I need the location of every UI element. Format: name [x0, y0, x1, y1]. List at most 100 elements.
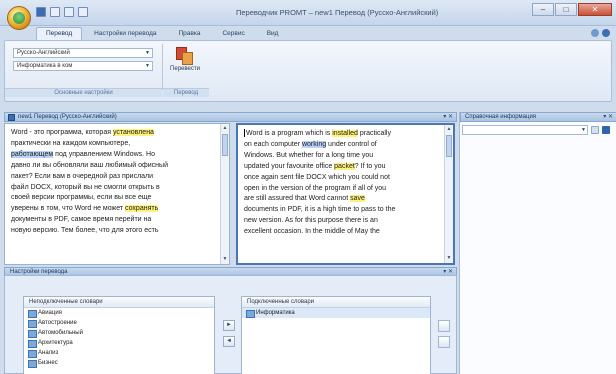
text-line[interactable]: open in the version of the program if al…	[244, 184, 440, 195]
pane-close-icon[interactable]: ▾ ✕	[603, 113, 613, 121]
highlighted-word: packet	[334, 162, 355, 170]
tab-translation-settings[interactable]: Настройки перевода	[84, 27, 166, 40]
text-segment: документы в PDF, самое время перейти на	[11, 216, 152, 224]
list-item[interactable]: Архитектура	[24, 338, 214, 348]
close-button[interactable]: ✕	[578, 3, 612, 16]
text-line[interactable]: Windows. But whether for a long time you	[244, 151, 440, 162]
promt-logo-icon	[13, 12, 25, 24]
available-dictionaries-header: Неподключенные словари	[24, 297, 214, 308]
text-segment: новую версию. Тем более, что для этого е…	[11, 227, 159, 235]
undo-icon[interactable]	[50, 7, 60, 17]
highlighted-word: установлена	[112, 129, 154, 136]
list-item[interactable]: Анализ	[24, 348, 214, 358]
scroll-thumb[interactable]	[446, 135, 452, 157]
direction-select-value: Русско-Английский	[17, 50, 70, 56]
text-line[interactable]: documents in PDF, it is a high time to p…	[244, 205, 440, 216]
source-text-editor[interactable]: Word - это программа, которая установлен…	[4, 123, 230, 265]
text-line[interactable]: Word - это программа, которая установлен…	[11, 128, 216, 139]
filter-icon[interactable]	[602, 126, 610, 134]
ribbon: Русско-Английский ▼ Информатика в ком ▼ …	[4, 40, 612, 102]
text-segment: excellent occasion. In the middle of May…	[244, 228, 380, 236]
minimize-button[interactable]: –	[532, 3, 554, 16]
move-up-button[interactable]	[438, 320, 450, 332]
text-line[interactable]: документы в PDF, самое время перейти на	[11, 215, 216, 226]
title-bar: Переводчик PROMT – new1 Перевод (Русско-…	[0, 0, 616, 26]
text-line[interactable]: пакет? Если вам в очередной раз прислали	[11, 172, 216, 183]
text-line[interactable]: своей версии программы, если вы все еще	[11, 193, 216, 204]
subject-select[interactable]: Информатика в ком ▼	[13, 61, 153, 71]
scroll-up-icon[interactable]: ▲	[222, 125, 228, 132]
add-dictionary-button[interactable]: ►	[223, 320, 235, 331]
target-text[interactable]: Word is a program which is installed pra…	[244, 129, 440, 238]
text-segment: под управлением Windows. Но	[53, 150, 155, 158]
reference-pane-title: Справочная информация	[465, 114, 537, 120]
move-down-button[interactable]	[438, 336, 450, 348]
maximize-button[interactable]: □	[555, 3, 577, 16]
window-title: Переводчик PROMT – new1 Перевод (Русско-…	[236, 8, 439, 17]
translate-button[interactable]: Перевести	[165, 45, 205, 85]
text-line[interactable]: once again sent file DOCX which you coul…	[244, 173, 440, 184]
document-icon	[8, 114, 15, 121]
list-item[interactable]: Бизнес	[24, 358, 214, 368]
highlighted-word: работающем	[11, 150, 54, 158]
search-icon[interactable]	[591, 126, 599, 134]
text-segment: уверены в том, что Word не может	[11, 205, 126, 213]
tab-view[interactable]: Вид	[257, 27, 289, 40]
text-segment: ? If to you	[354, 162, 386, 170]
text-line[interactable]: Word is a program which is installed pra…	[244, 129, 440, 140]
text-segment: are still assured that Word cannot	[244, 195, 351, 203]
target-text-editor[interactable]: Word is a program which is installed pra…	[236, 123, 455, 265]
pane-close-icon[interactable]: ▾ ✕	[443, 113, 453, 121]
chevron-down-icon: ▼	[145, 63, 150, 69]
text-segment: практически на каждом компьютере,	[11, 139, 131, 147]
text-line[interactable]: практически на каждом компьютере,	[11, 139, 216, 150]
reference-pane-header: Справочная информация ▾ ✕	[460, 112, 616, 122]
text-segment: файл DOCX, который вы не смогли открыть …	[11, 183, 160, 191]
text-line[interactable]: updated your favourite office packet? If…	[244, 162, 440, 173]
direction-select[interactable]: Русско-Английский ▼	[13, 48, 153, 58]
remove-dictionary-button[interactable]: ◄	[223, 336, 235, 347]
list-item[interactable]: Авиация	[24, 308, 214, 318]
text-line[interactable]: excellent occasion. In the middle of May…	[244, 227, 440, 238]
chevron-down-icon: ▼	[581, 127, 586, 133]
list-item[interactable]: Информатика	[242, 308, 430, 318]
ribbon-minimize-icon[interactable]	[591, 29, 599, 37]
text-line[interactable]: работающем под управлением Windows. Но	[11, 150, 216, 161]
available-dictionaries-list[interactable]: Неподключенные словари Авиация Автостроен…	[23, 296, 215, 374]
ribbon-group-settings: Русско-Английский ▼ Информатика в ком ▼ …	[5, 44, 162, 98]
ribbon-tabs: Перевод Настройки перевода Правка Сервис…	[36, 27, 288, 40]
text-line[interactable]: новую версию. Тем более, что для этого е…	[11, 226, 216, 237]
redo-icon[interactable]	[64, 7, 74, 17]
scroll-down-icon[interactable]: ▼	[446, 255, 452, 262]
connected-dictionaries-list[interactable]: Подключенные словари Информатика	[241, 296, 431, 374]
text-segment: once again sent file DOCX which you coul…	[244, 173, 390, 181]
text-line[interactable]: уверены в том, что Word не может сохраня…	[11, 204, 216, 215]
save-icon[interactable]	[36, 7, 46, 17]
new-document-icon[interactable]	[78, 7, 88, 17]
text-line[interactable]: файл DOCX, который вы не смогли открыть …	[11, 183, 216, 194]
window-controls: – □ ✕	[532, 3, 612, 16]
source-scrollbar[interactable]: ▲ ▼	[220, 124, 229, 264]
text-line[interactable]: давно ли вы обновляли ваш любимый офисны…	[11, 161, 216, 172]
text-line[interactable]: on each computer working under control o…	[244, 140, 440, 151]
source-text[interactable]: Word - это программа, которая установлен…	[11, 128, 216, 237]
text-line[interactable]: are still assured that Word cannot save	[244, 194, 440, 205]
reference-search-input[interactable]: ▼	[462, 125, 588, 135]
scroll-up-icon[interactable]: ▲	[446, 126, 452, 133]
translate-icon	[176, 47, 194, 65]
list-item[interactable]: Автомобильный	[24, 328, 214, 338]
scroll-down-icon[interactable]: ▼	[222, 256, 228, 263]
scroll-thumb[interactable]	[222, 134, 228, 156]
highlighted-word: сохранять	[125, 205, 159, 213]
ribbon-group-label: Основные настройки	[5, 88, 162, 97]
tab-service[interactable]: Сервис	[212, 27, 254, 40]
connected-dictionaries-header: Подключенные словари	[242, 297, 430, 308]
chevron-down-icon: ▼	[145, 50, 150, 56]
text-line[interactable]: new version. As for this purpose there i…	[244, 216, 440, 227]
list-item[interactable]: Автостроение	[24, 318, 214, 328]
target-scrollbar[interactable]: ▲ ▼	[444, 125, 453, 263]
tab-edit[interactable]: Правка	[168, 27, 210, 40]
tab-translation[interactable]: Перевод	[36, 27, 83, 40]
app-menu-button[interactable]	[7, 6, 31, 30]
help-icon[interactable]	[602, 29, 610, 37]
